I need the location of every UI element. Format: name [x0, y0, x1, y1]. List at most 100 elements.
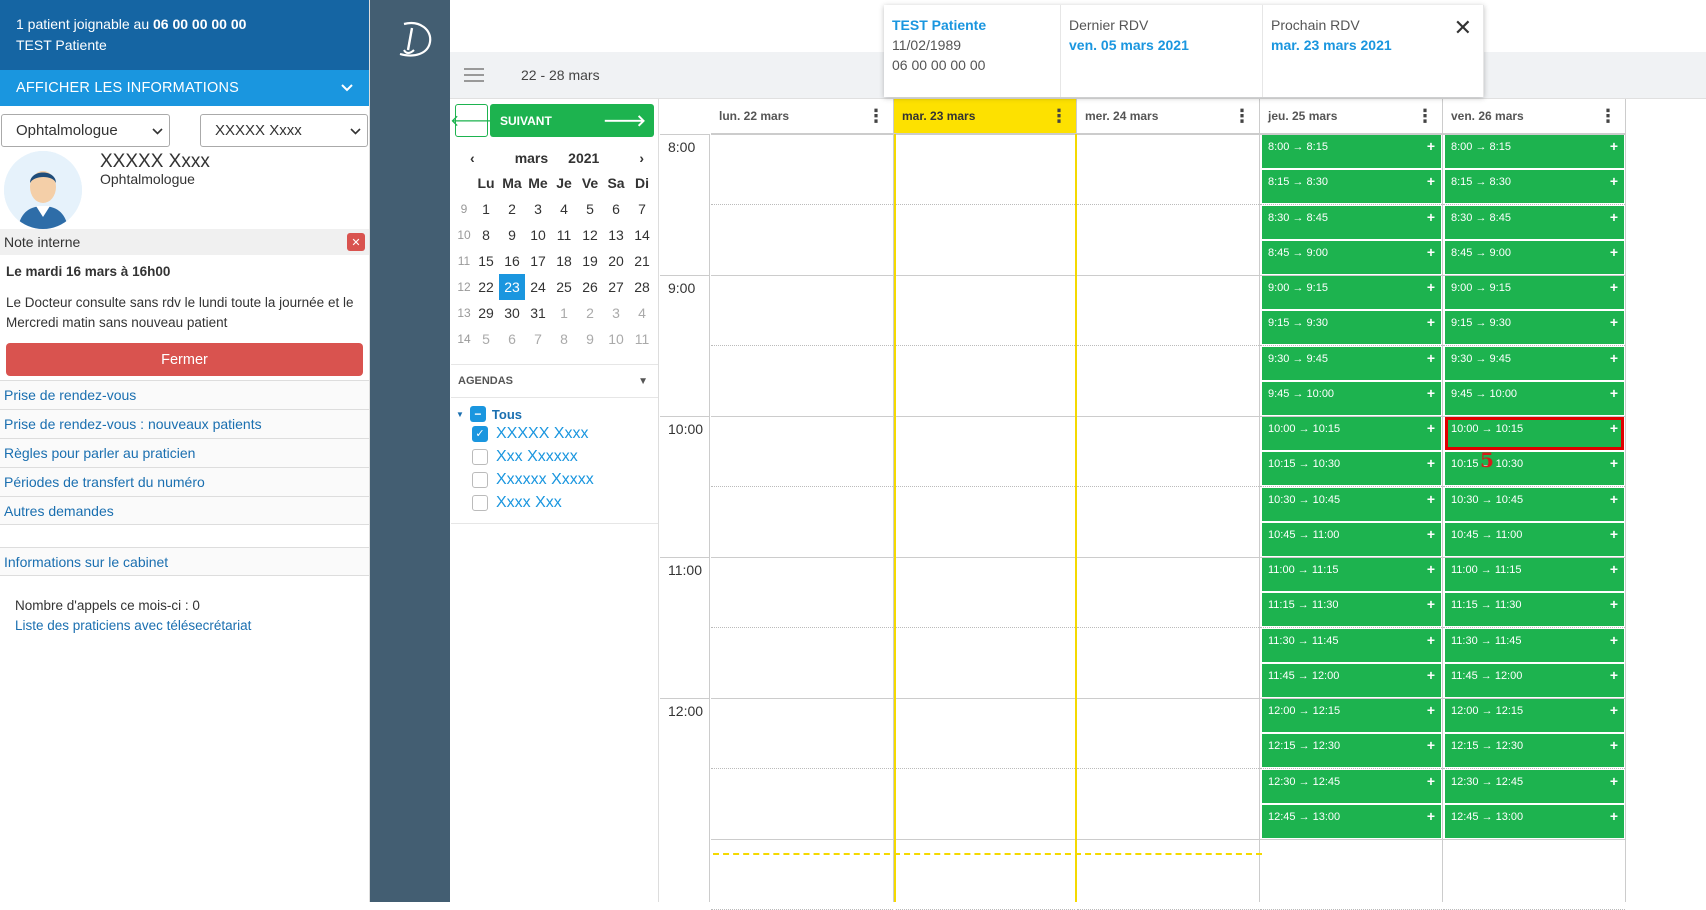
calendar-day[interactable]: 18 [551, 248, 577, 274]
plus-icon[interactable]: + [1610, 633, 1618, 656]
plus-icon[interactable]: + [1427, 315, 1435, 338]
calendar-day[interactable]: 1 [551, 300, 577, 326]
agenda-all-toggle[interactable]: ▼ − Tous [456, 406, 658, 422]
plus-icon[interactable]: + [1427, 139, 1435, 162]
calendar-day[interactable]: 9 [577, 326, 603, 352]
calendar-day[interactable]: 10 [525, 222, 551, 248]
time-slot[interactable]: 10:00 → 10:15 + [1262, 417, 1441, 450]
time-slot[interactable]: 12:00 → 12:15 + [1445, 699, 1624, 732]
agenda-item[interactable]: ✓ XXXXX Xxxx [456, 422, 658, 445]
time-slot[interactable]: 11:30 → 11:45 + [1262, 628, 1441, 662]
plus-icon[interactable]: + [1610, 280, 1618, 303]
time-slot[interactable]: 8:45 → 9:00 + [1262, 240, 1441, 274]
time-slot[interactable]: 11:30 → 11:45 + [1445, 628, 1624, 662]
info-link[interactable]: Autres demandes [0, 496, 369, 525]
time-slot[interactable]: 12:30 → 12:45 + [1445, 769, 1624, 803]
time-slot[interactable]: 9:00 → 9:15 + [1445, 276, 1624, 309]
plus-icon[interactable]: + [1427, 809, 1435, 832]
time-slot[interactable]: 8:15 → 8:30 + [1262, 170, 1441, 204]
info-link[interactable]: Prise de rendez-vous : nouveaux patients [0, 409, 369, 438]
cabinet-info-link[interactable]: Informations sur le cabinet [0, 547, 369, 576]
calendar-day[interactable]: 20 [603, 248, 629, 274]
plus-icon[interactable]: + [1610, 703, 1618, 726]
calendar-day[interactable]: 2 [577, 300, 603, 326]
day-header[interactable]: mer. 24 mars ⋮ [1077, 99, 1260, 134]
mini-calendar-year[interactable]: 2021 [568, 150, 599, 166]
time-slot[interactable]: 8:15 → 8:30 + [1445, 170, 1624, 204]
last-appointment-date[interactable]: ven. 05 mars 2021 [1069, 35, 1254, 55]
time-slot[interactable]: 9:45 → 10:00 + [1445, 381, 1624, 415]
plus-icon[interactable]: + [1427, 492, 1435, 515]
calendar-day[interactable]: 8 [473, 222, 499, 248]
time-slot[interactable]: 11:15 → 11:30 + [1445, 593, 1624, 627]
time-slot[interactable]: 8:00 → 8:15 + [1262, 135, 1441, 168]
calendar-day[interactable]: 4 [629, 300, 655, 326]
show-info-button[interactable]: AFFICHER LES INFORMATIONS [0, 70, 369, 106]
mini-calendar-month[interactable]: mars [515, 150, 548, 166]
calendar-day[interactable]: 3 [603, 300, 629, 326]
info-link[interactable]: Périodes de transfert du numéro [0, 467, 369, 496]
plus-icon[interactable]: + [1610, 315, 1618, 338]
plus-icon[interactable]: + [1427, 703, 1435, 726]
time-slot[interactable]: 12:45 → 13:00 + [1262, 804, 1441, 838]
calendar-day[interactable]: 19 [577, 248, 603, 274]
time-slot[interactable]: 11:15 → 11:30 + [1262, 593, 1441, 627]
calendar-day[interactable]: 16 [499, 248, 525, 274]
time-slot[interactable]: 12:00 → 12:15 + [1262, 699, 1441, 732]
plus-icon[interactable]: + [1427, 174, 1435, 197]
agendas-header[interactable]: AGENDAS ▼ [451, 364, 658, 398]
plus-icon[interactable]: + [1610, 492, 1618, 515]
chevron-left-icon[interactable]: ‹ [470, 150, 475, 166]
plus-icon[interactable]: + [1427, 421, 1435, 444]
plus-icon[interactable]: + [1610, 597, 1618, 620]
day-header[interactable]: jeu. 25 mars ⋮ [1260, 99, 1443, 134]
time-slot[interactable]: 11:45 → 12:00 + [1262, 663, 1441, 697]
day-header[interactable]: lun. 22 mars ⋮ [711, 99, 894, 134]
calendar-day[interactable]: 2 [499, 196, 525, 222]
plus-icon[interactable]: + [1427, 597, 1435, 620]
info-link[interactable]: Règles pour parler au praticien [0, 438, 369, 467]
more-vertical-icon[interactable]: ⋮ [1050, 106, 1068, 127]
calendar-day[interactable]: 7 [629, 196, 655, 222]
day-header[interactable]: ven. 26 mars ⋮ [1443, 99, 1626, 134]
plus-icon[interactable]: + [1610, 562, 1618, 585]
plus-icon[interactable]: + [1610, 738, 1618, 761]
plus-icon[interactable]: + [1427, 668, 1435, 691]
calendar-day[interactable]: 11 [629, 326, 655, 352]
time-slot[interactable]: 9:00 → 9:15 + [1262, 276, 1441, 309]
more-vertical-icon[interactable]: ⋮ [867, 106, 885, 127]
practitioners-list-link[interactable]: Liste des praticiens avec télésecrétaria… [15, 616, 354, 636]
calendar-day[interactable]: 25 [551, 274, 577, 300]
time-slot[interactable]: 8:30 → 8:45 + [1445, 205, 1624, 239]
checkbox-icon[interactable] [472, 471, 488, 488]
day-header[interactable]: mar. 23 mars ⋮ [894, 99, 1077, 134]
time-slot[interactable]: 12:30 → 12:45 + [1262, 769, 1441, 803]
calendar-day[interactable]: 6 [603, 196, 629, 222]
calendar-day[interactable]: 27 [603, 274, 629, 300]
calendar-day[interactable]: 21 [629, 248, 655, 274]
plus-icon[interactable]: + [1427, 738, 1435, 761]
plus-icon[interactable]: + [1610, 421, 1618, 444]
next-appointment-date[interactable]: mar. 23 mars 2021 [1271, 35, 1475, 55]
calendar-day[interactable]: 7 [525, 326, 551, 352]
plus-icon[interactable]: + [1427, 210, 1435, 233]
plus-icon[interactable]: + [1427, 527, 1435, 550]
agenda-item[interactable]: Xxxxxx Xxxxx [456, 468, 658, 491]
time-slot[interactable]: 9:30 → 9:45 + [1445, 346, 1624, 380]
plus-icon[interactable]: + [1610, 210, 1618, 233]
calendar-day[interactable]: 15 [473, 248, 499, 274]
time-slot[interactable]: 11:00 → 11:15 + [1445, 558, 1624, 591]
plus-icon[interactable]: + [1610, 527, 1618, 550]
calendar-day[interactable]: 14 [629, 222, 655, 248]
patient-name[interactable]: TEST Patiente [892, 15, 1052, 35]
calendar-day[interactable]: 8 [551, 326, 577, 352]
time-slot[interactable]: 10:15 → 10:30 + [1262, 452, 1441, 486]
plus-icon[interactable]: + [1610, 386, 1618, 409]
time-slot[interactable]: 10:45 → 11:00 + [1445, 522, 1624, 556]
calendar-day[interactable]: 4 [551, 196, 577, 222]
time-slot[interactable]: 9:30 → 9:45 + [1262, 346, 1441, 380]
calendar-day[interactable]: 17 [525, 248, 551, 274]
checkbox-icon[interactable] [472, 448, 488, 465]
calendar-day[interactable]: 3 [525, 196, 551, 222]
time-slot[interactable]: 10:30 → 10:45 + [1262, 487, 1441, 521]
